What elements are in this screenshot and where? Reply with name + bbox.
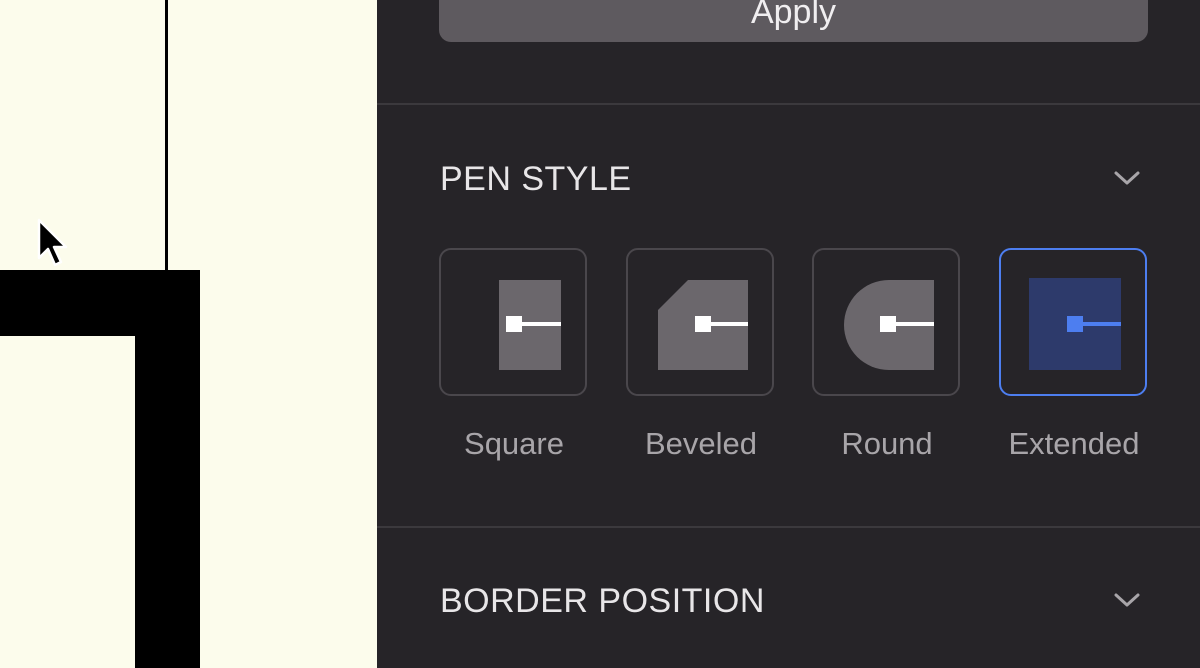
pen-style-square-box[interactable] [439, 248, 587, 396]
mouse-pointer-icon [37, 218, 68, 267]
chevron-down-icon[interactable] [1113, 590, 1141, 610]
pen-style-beveled[interactable]: Beveled [626, 248, 776, 461]
pen-style-extended[interactable]: Extended [999, 248, 1149, 461]
canvas-thick-vertical-stroke [135, 270, 200, 668]
pen-style-beveled-box[interactable] [626, 248, 774, 396]
chevron-down-icon[interactable] [1113, 168, 1141, 188]
round-cap-icon [844, 280, 934, 370]
pen-style-round[interactable]: Round [812, 248, 962, 461]
section-divider [377, 103, 1200, 105]
pen-style-options: Square Beveled Round Extended [439, 248, 1151, 468]
pen-style-extended-box[interactable] [999, 248, 1147, 396]
pen-style-round-box[interactable] [812, 248, 960, 396]
pen-style-title: PEN STYLE [440, 160, 632, 198]
drawing-canvas[interactable] [0, 0, 377, 668]
pen-style-label: Square [464, 426, 564, 461]
pen-style-label: Extended [1008, 426, 1140, 461]
extended-cap-icon [1029, 278, 1121, 370]
pen-style-label: Beveled [644, 426, 758, 461]
inspector-panel: Apply PEN STYLE Square Beveled Round Ext… [377, 0, 1200, 668]
beveled-cap-icon [658, 280, 748, 370]
section-divider [377, 526, 1200, 528]
pen-style-square[interactable]: Square [439, 248, 589, 461]
pen-style-label: Round [841, 426, 933, 461]
apply-button[interactable]: Apply [439, 0, 1148, 42]
canvas-vertical-line [165, 0, 168, 272]
square-cap-icon [499, 280, 561, 370]
border-position-title: BORDER POSITION [440, 582, 765, 620]
